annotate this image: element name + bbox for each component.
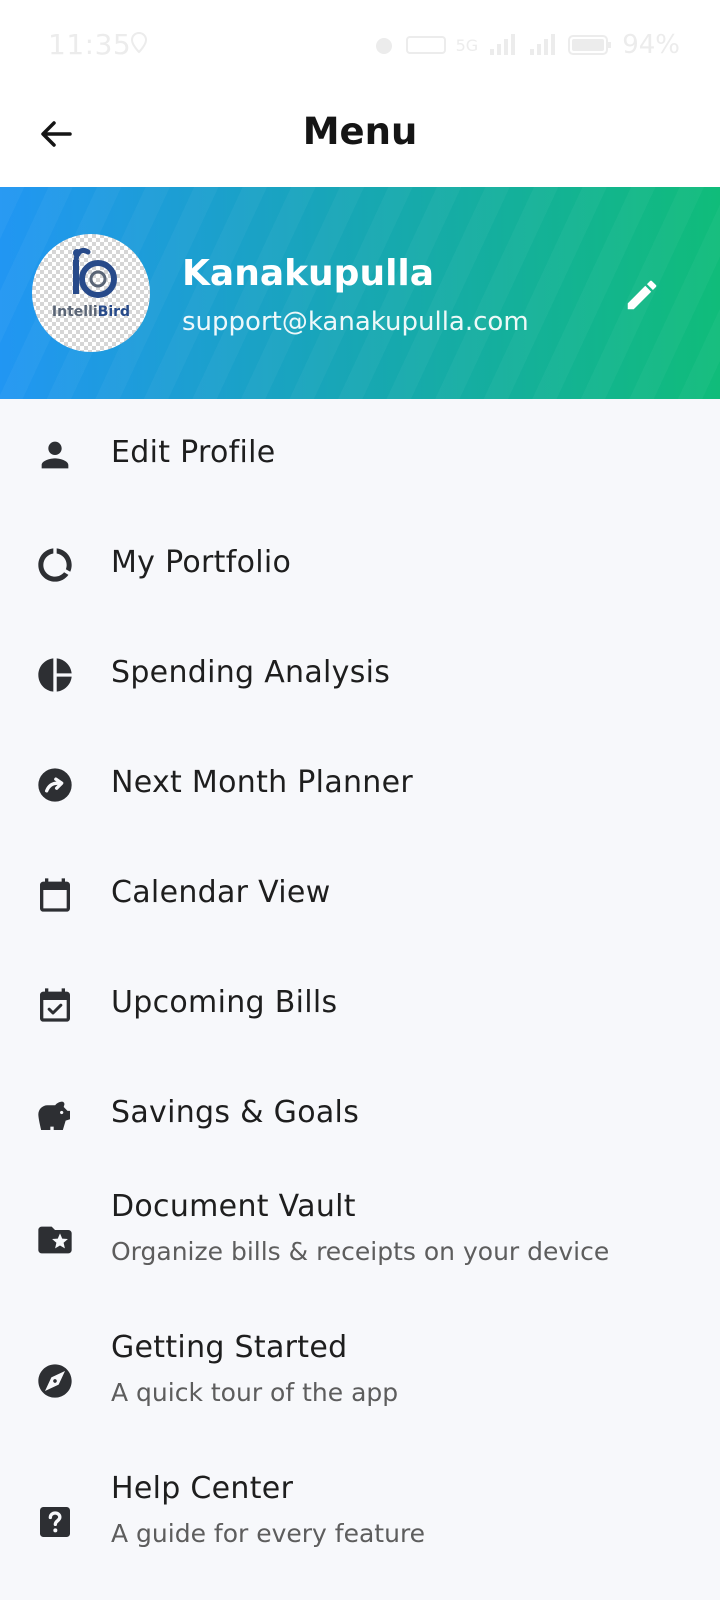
menu-item-calendar-view[interactable]: Calendar View: [0, 839, 720, 949]
menu-item-edit-profile[interactable]: Edit Profile: [0, 399, 720, 509]
calendar-check-icon: [40, 988, 70, 1022]
status-time: 11:35: [48, 28, 132, 61]
menu-label: Next Month Planner: [111, 765, 414, 800]
battery-icon: [568, 35, 612, 55]
menu-item-help-center[interactable]: Help Center A guide for every feature: [0, 1451, 720, 1592]
status-bar: 11:35 5G 94%: [0, 0, 720, 90]
alarm-icon: [375, 38, 392, 54]
network-type: 5G: [455, 35, 479, 55]
menu-label: Savings & Goals: [111, 1095, 360, 1130]
pencil-icon: [627, 280, 657, 310]
page-title: Menu: [302, 110, 418, 153]
donut-chart-icon: [38, 548, 72, 582]
pie-chart-icon: [38, 658, 72, 692]
profile-name: Kanakupulla: [182, 253, 435, 294]
compass-icon: [38, 1364, 72, 1398]
menu-label: Spending Analysis: [111, 655, 391, 690]
trend-arrow-icon: [38, 768, 72, 802]
profile-email: support@kanakupulla.com: [182, 307, 529, 337]
menu-item-document-vault[interactable]: Document Vault Organize bills & receipts…: [0, 1169, 720, 1310]
menu-item-savings-goals[interactable]: Savings & Goals: [0, 1059, 720, 1169]
menu-label: My Portfolio: [111, 545, 292, 580]
signal-icon-2: [530, 34, 556, 55]
menu-label: Calendar View: [111, 875, 331, 910]
intellibird-logo-icon: [73, 247, 117, 298]
menu-item-next-month-planner[interactable]: Next Month Planner: [0, 729, 720, 839]
menu-item-upcoming-bills[interactable]: Upcoming Bills: [0, 949, 720, 1059]
location-icon: [130, 32, 148, 54]
menu-sublabel: A quick tour of the app: [111, 1378, 399, 1407]
menu-label: Document Vault: [111, 1189, 356, 1224]
calendar-icon: [40, 878, 70, 912]
menu-label: Getting Started: [111, 1330, 348, 1365]
menu-label: Help Center: [111, 1471, 294, 1506]
edit-profile-button[interactable]: [618, 271, 666, 319]
menu-label: Edit Profile: [111, 435, 276, 470]
piggy-bank-icon: [38, 1101, 70, 1130]
avatar-text: IntelliBird: [51, 304, 131, 320]
menu-item-spending-analysis[interactable]: Spending Analysis: [0, 619, 720, 729]
folder-star-icon: [38, 1226, 72, 1254]
menu-sublabel: Organize bills & receipts on your device: [111, 1237, 610, 1266]
status-indicators: 5G 94%: [372, 30, 680, 60]
menu-label: Upcoming Bills: [111, 985, 338, 1020]
menu-item-my-portfolio[interactable]: My Portfolio: [0, 509, 720, 619]
top-bar: Menu: [0, 90, 720, 187]
wifi-icon: [405, 36, 446, 54]
signal-icon: [490, 34, 516, 55]
avatar[interactable]: IntelliBird: [32, 234, 150, 352]
help-icon: [40, 1507, 70, 1537]
menu-list: Edit Profile My Portfolio Spending Analy…: [0, 399, 720, 1592]
menu-item-getting-started[interactable]: Getting Started A quick tour of the app: [0, 1310, 720, 1451]
profile-header: IntelliBird Kanakupulla support@kanakupu…: [0, 187, 720, 399]
menu-sublabel: A guide for every feature: [111, 1519, 426, 1548]
person-icon: [41, 441, 69, 469]
battery-level: 94%: [622, 30, 680, 60]
